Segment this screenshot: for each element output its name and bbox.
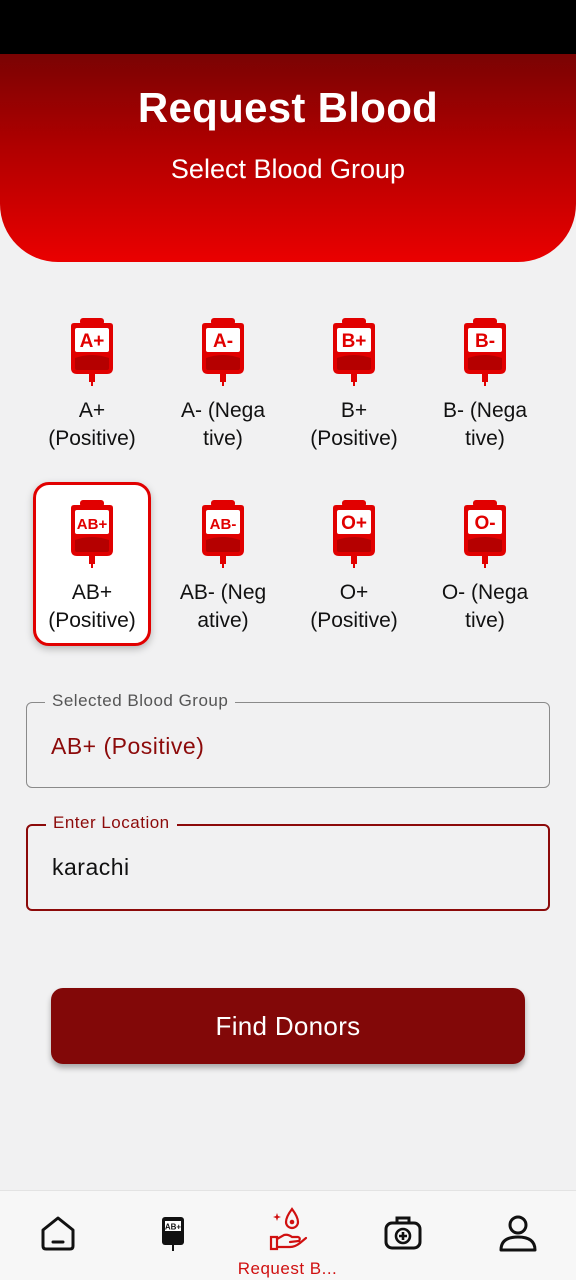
blood-bag-badge: AB- [210, 516, 237, 533]
blood-bag-badge: O+ [341, 513, 367, 534]
profile-icon [498, 1213, 538, 1253]
nav-blood-bag-badge: AB+ [165, 1223, 182, 1232]
blood-group-option[interactable]: B+ B+ (Positive) [295, 300, 413, 464]
blood-group-option[interactable]: AB- AB- (Neg ative) [164, 482, 282, 646]
blood-bag-badge: B+ [342, 331, 367, 352]
selected-blood-group-label: Selected Blood Group [45, 691, 236, 711]
blood-bag-icon: B- [460, 318, 510, 386]
blood-group-label: A+ (Positive) [48, 399, 136, 450]
nav-profile[interactable] [460, 1191, 575, 1280]
location-field[interactable]: Enter Location [26, 813, 550, 911]
medical-kit-icon [383, 1213, 423, 1253]
blood-group-option[interactable]: A+ A+ (Positive) [33, 300, 151, 464]
blood-group-label: B- (Nega tive) [442, 399, 528, 450]
blood-bag-icon: AB+ [153, 1213, 193, 1253]
nav-home[interactable] [0, 1191, 115, 1280]
donate-blood-icon [268, 1207, 308, 1251]
blood-bag-icon: A- [198, 318, 248, 386]
blood-group-option[interactable]: O- O- (Nega tive) [426, 482, 544, 646]
blood-bag-badge: A- [213, 331, 233, 352]
blood-bag-icon: AB- [198, 500, 248, 568]
blood-group-label: B+ (Positive) [310, 399, 398, 450]
blood-group-label: A- (Nega tive) [180, 399, 266, 450]
blood-bag-badge: O- [474, 513, 495, 534]
selected-blood-group-value: AB+ (Positive) [51, 733, 205, 759]
blood-group-option[interactable]: O+ O+ (Positive) [295, 482, 413, 646]
blood-group-label: AB+ (Positive) [48, 581, 136, 632]
blood-bag-badge: AB+ [77, 516, 108, 533]
blood-bag-badge: B- [475, 331, 495, 352]
blood-group-option[interactable]: B- B- (Nega tive) [426, 300, 544, 464]
location-label: Enter Location [46, 813, 177, 833]
blood-bag-icon: AB+ [67, 500, 117, 568]
nav-request-blood[interactable]: Request B... [230, 1191, 345, 1280]
blood-bag-badge: A+ [80, 331, 105, 352]
nav-label: Request B... [237, 1259, 338, 1278]
find-donors-button[interactable]: Find Donors [51, 988, 525, 1064]
page-title: Request Blood [137, 84, 439, 131]
status-bar [0, 0, 576, 54]
nav-medical[interactable] [345, 1191, 460, 1280]
bottom-navigation: AB+ Request B... [0, 1190, 576, 1280]
blood-group-label: O- (Nega tive) [441, 581, 529, 632]
location-input[interactable] [52, 854, 522, 881]
page-subtitle: Select Blood Group [170, 154, 406, 184]
blood-bag-icon: O- [460, 500, 510, 568]
selected-blood-group-field: Selected Blood Group AB+ (Positive) [26, 691, 550, 788]
blood-bag-icon: B+ [329, 318, 379, 386]
home-icon [38, 1213, 78, 1253]
blood-bag-icon: O+ [329, 500, 379, 568]
blood-bag-icon: A+ [67, 318, 117, 386]
nav-blood-groups[interactable]: AB+ [115, 1191, 230, 1280]
blood-group-option[interactable]: A- A- (Nega tive) [164, 300, 282, 464]
blood-group-label: O+ (Positive) [310, 581, 398, 632]
header: Request Blood Select Blood Group [0, 54, 576, 262]
blood-group-label: AB- (Neg ative) [179, 581, 267, 632]
blood-group-option[interactable]: AB+ AB+ (Positive) [33, 482, 151, 646]
